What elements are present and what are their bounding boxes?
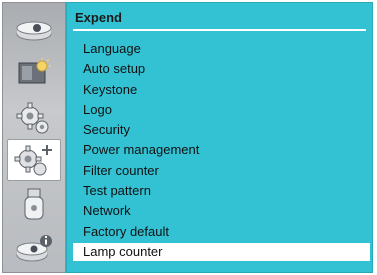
info-icon bbox=[16, 235, 52, 262]
expend-menu-panel: Expend Language Auto setup Keystone Logo… bbox=[66, 2, 373, 273]
image-adjust-icon bbox=[18, 58, 51, 84]
sidebar-item-setting[interactable] bbox=[7, 99, 61, 139]
menu-item-factory-default[interactable]: Factory default bbox=[73, 222, 370, 242]
menu-item-security[interactable]: Security bbox=[73, 120, 370, 140]
menu-item-test-pattern[interactable]: Test pattern bbox=[73, 181, 370, 201]
menu-list: Language Auto setup Keystone Logo Securi… bbox=[73, 39, 370, 261]
menu-item-power-management[interactable]: Power management bbox=[73, 140, 370, 160]
sidebar-item-input[interactable] bbox=[7, 8, 61, 48]
menu-item-language[interactable]: Language bbox=[73, 39, 370, 59]
sidebar-item-info[interactable] bbox=[7, 228, 61, 268]
panel-title: Expend bbox=[75, 10, 122, 25]
menu-item-auto-setup[interactable]: Auto setup bbox=[73, 59, 370, 79]
expand-settings-icon bbox=[14, 145, 52, 176]
usb-icon bbox=[24, 188, 44, 220]
sidebar-item-image[interactable] bbox=[7, 52, 61, 92]
category-sidebar bbox=[2, 2, 66, 273]
menu-item-logo[interactable]: Logo bbox=[73, 100, 370, 120]
sidebar-item-usb[interactable] bbox=[7, 184, 61, 224]
title-divider bbox=[73, 29, 366, 31]
menu-item-lamp-counter[interactable]: Lamp counter bbox=[73, 242, 370, 261]
menu-item-filter-counter[interactable]: Filter counter bbox=[73, 161, 370, 181]
sidebar-item-expand[interactable] bbox=[7, 139, 61, 181]
input-icon bbox=[16, 21, 52, 41]
projector-osd-menu: Expend Language Auto setup Keystone Logo… bbox=[0, 0, 375, 273]
setting-icon bbox=[16, 102, 49, 134]
menu-item-keystone[interactable]: Keystone bbox=[73, 80, 370, 100]
menu-item-network[interactable]: Network bbox=[73, 201, 370, 221]
